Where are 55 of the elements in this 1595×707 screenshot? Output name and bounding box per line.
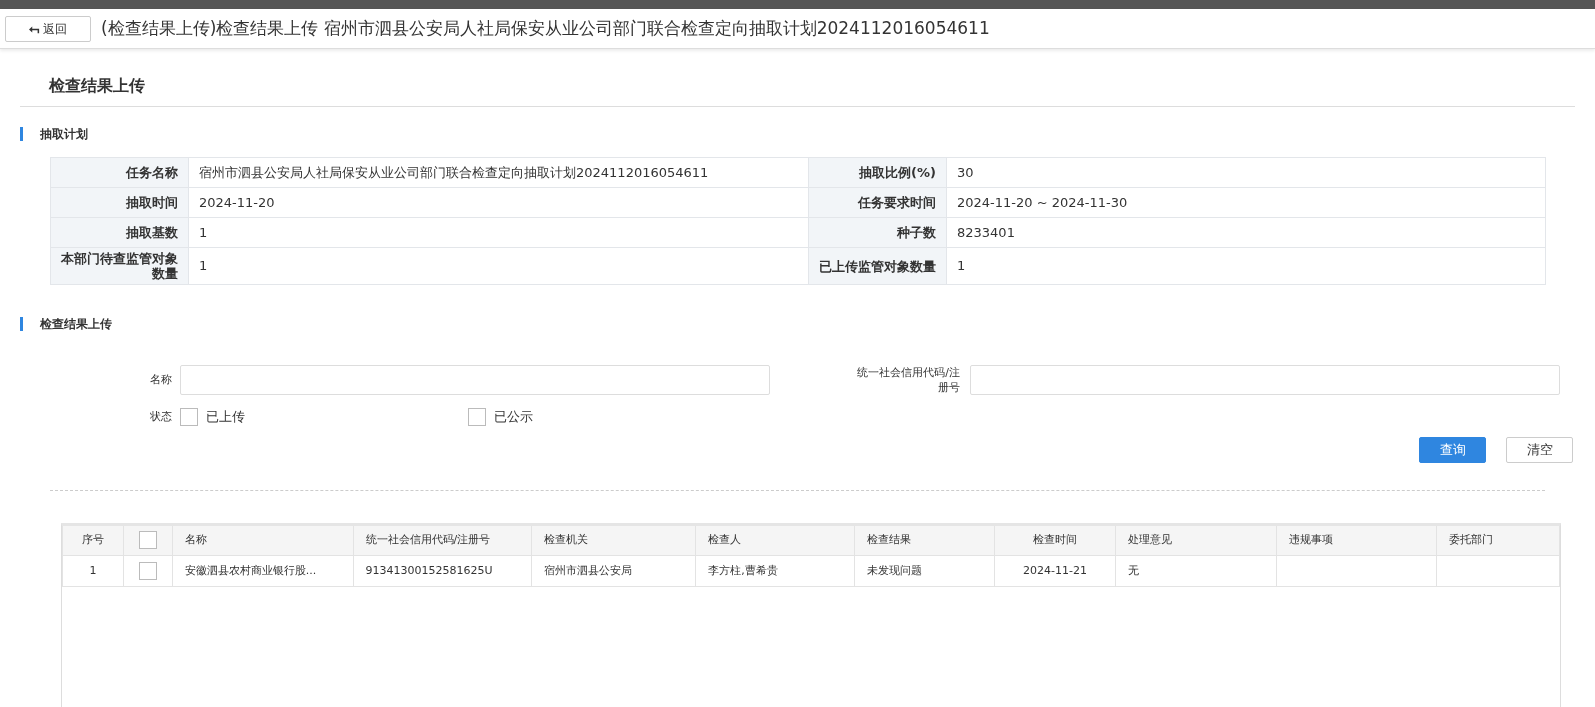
code-input-field[interactable] bbox=[970, 365, 1560, 395]
column-header: 检查时间 bbox=[1032, 533, 1077, 546]
checkbox[interactable] bbox=[180, 407, 198, 426]
table-cell: 李方柱,曹希贵 bbox=[708, 563, 778, 577]
table-cell: 91341300152581625U bbox=[365, 563, 493, 577]
page-title: 检查结果上传 bbox=[49, 75, 146, 97]
info-label: 已上传监管对象数量 bbox=[819, 258, 936, 274]
column-header: 处理意见 bbox=[1128, 533, 1173, 546]
window-title: (检查结果上传)检查结果上传 宿州市泗县公安局人社局保安从业公司部门联合检查定向抽取计划2024112016054611 bbox=[101, 16, 990, 40]
checkbox[interactable] bbox=[138, 531, 157, 550]
back-button[interactable]: ⮢ 返回 bbox=[5, 15, 91, 42]
column-header: 检查结果 bbox=[866, 533, 911, 546]
section-marker bbox=[20, 127, 23, 141]
return-arrow-icon: ⮢ bbox=[29, 18, 39, 39]
checkbox-label: 已公示 bbox=[494, 408, 533, 426]
table-cell: 1 bbox=[89, 563, 97, 577]
name-input-field[interactable] bbox=[180, 365, 770, 395]
checkbox[interactable] bbox=[468, 407, 486, 426]
checkbox-label: 已上传 bbox=[206, 408, 245, 426]
table-cell: 2024-11-21 bbox=[1023, 563, 1087, 577]
info-label: 任务名称 bbox=[126, 165, 178, 180]
info-value: 2024-11-20 ~ 2024-11-30 bbox=[957, 194, 1128, 210]
field-label: 状态 bbox=[150, 408, 172, 425]
column-header: 检查人 bbox=[708, 533, 742, 546]
clear-button[interactable]: 清空 bbox=[1506, 436, 1573, 463]
column-header: 委托部门 bbox=[1449, 533, 1494, 546]
checkbox[interactable] bbox=[138, 562, 157, 580]
info-value: 8233401 bbox=[957, 224, 1015, 240]
field-label: 统一社会信用代码/注册号 bbox=[856, 365, 960, 395]
column-header: 统一社会信用代码/注册号 bbox=[365, 533, 491, 546]
column-header: 检查机关 bbox=[544, 533, 589, 546]
table-cell: 宿州市泗县公安局 bbox=[544, 563, 633, 577]
section-title: 抽取计划 bbox=[40, 126, 88, 143]
info-label: 抽取时间 bbox=[126, 195, 178, 210]
info-value: 1 bbox=[199, 258, 208, 274]
search-button[interactable]: 查询 bbox=[1419, 436, 1486, 463]
column-header: 违规事项 bbox=[1288, 533, 1333, 546]
info-value: 宿州市泗县公安局人社局保安从业公司部门联合检查定向抽取计划2024112016054611 bbox=[199, 164, 709, 180]
info-label: 种子数 bbox=[897, 225, 936, 240]
info-value: 1 bbox=[957, 258, 966, 274]
table-cell: 未发现问题 bbox=[866, 563, 922, 577]
info-value: 1 bbox=[199, 224, 208, 240]
section-marker bbox=[20, 317, 23, 331]
section-title: 检查结果上传 bbox=[40, 316, 112, 333]
field-label: 名称 bbox=[150, 371, 172, 388]
info-value: 2024-11-20 bbox=[199, 194, 275, 210]
info-label: 抽取基数 bbox=[126, 225, 178, 240]
table-cell: 无 bbox=[1128, 563, 1140, 577]
column-header: 序号 bbox=[81, 533, 104, 546]
info-value: 30 bbox=[957, 164, 974, 180]
info-label: 本部门待查监管对象数量 bbox=[61, 251, 178, 281]
info-label: 抽取比例(%) bbox=[859, 165, 936, 180]
table-cell: 安徽泗县农村商业银行股... bbox=[184, 563, 317, 577]
column-header: 名称 bbox=[184, 533, 207, 546]
info-label: 任务要求时间 bbox=[858, 195, 936, 210]
